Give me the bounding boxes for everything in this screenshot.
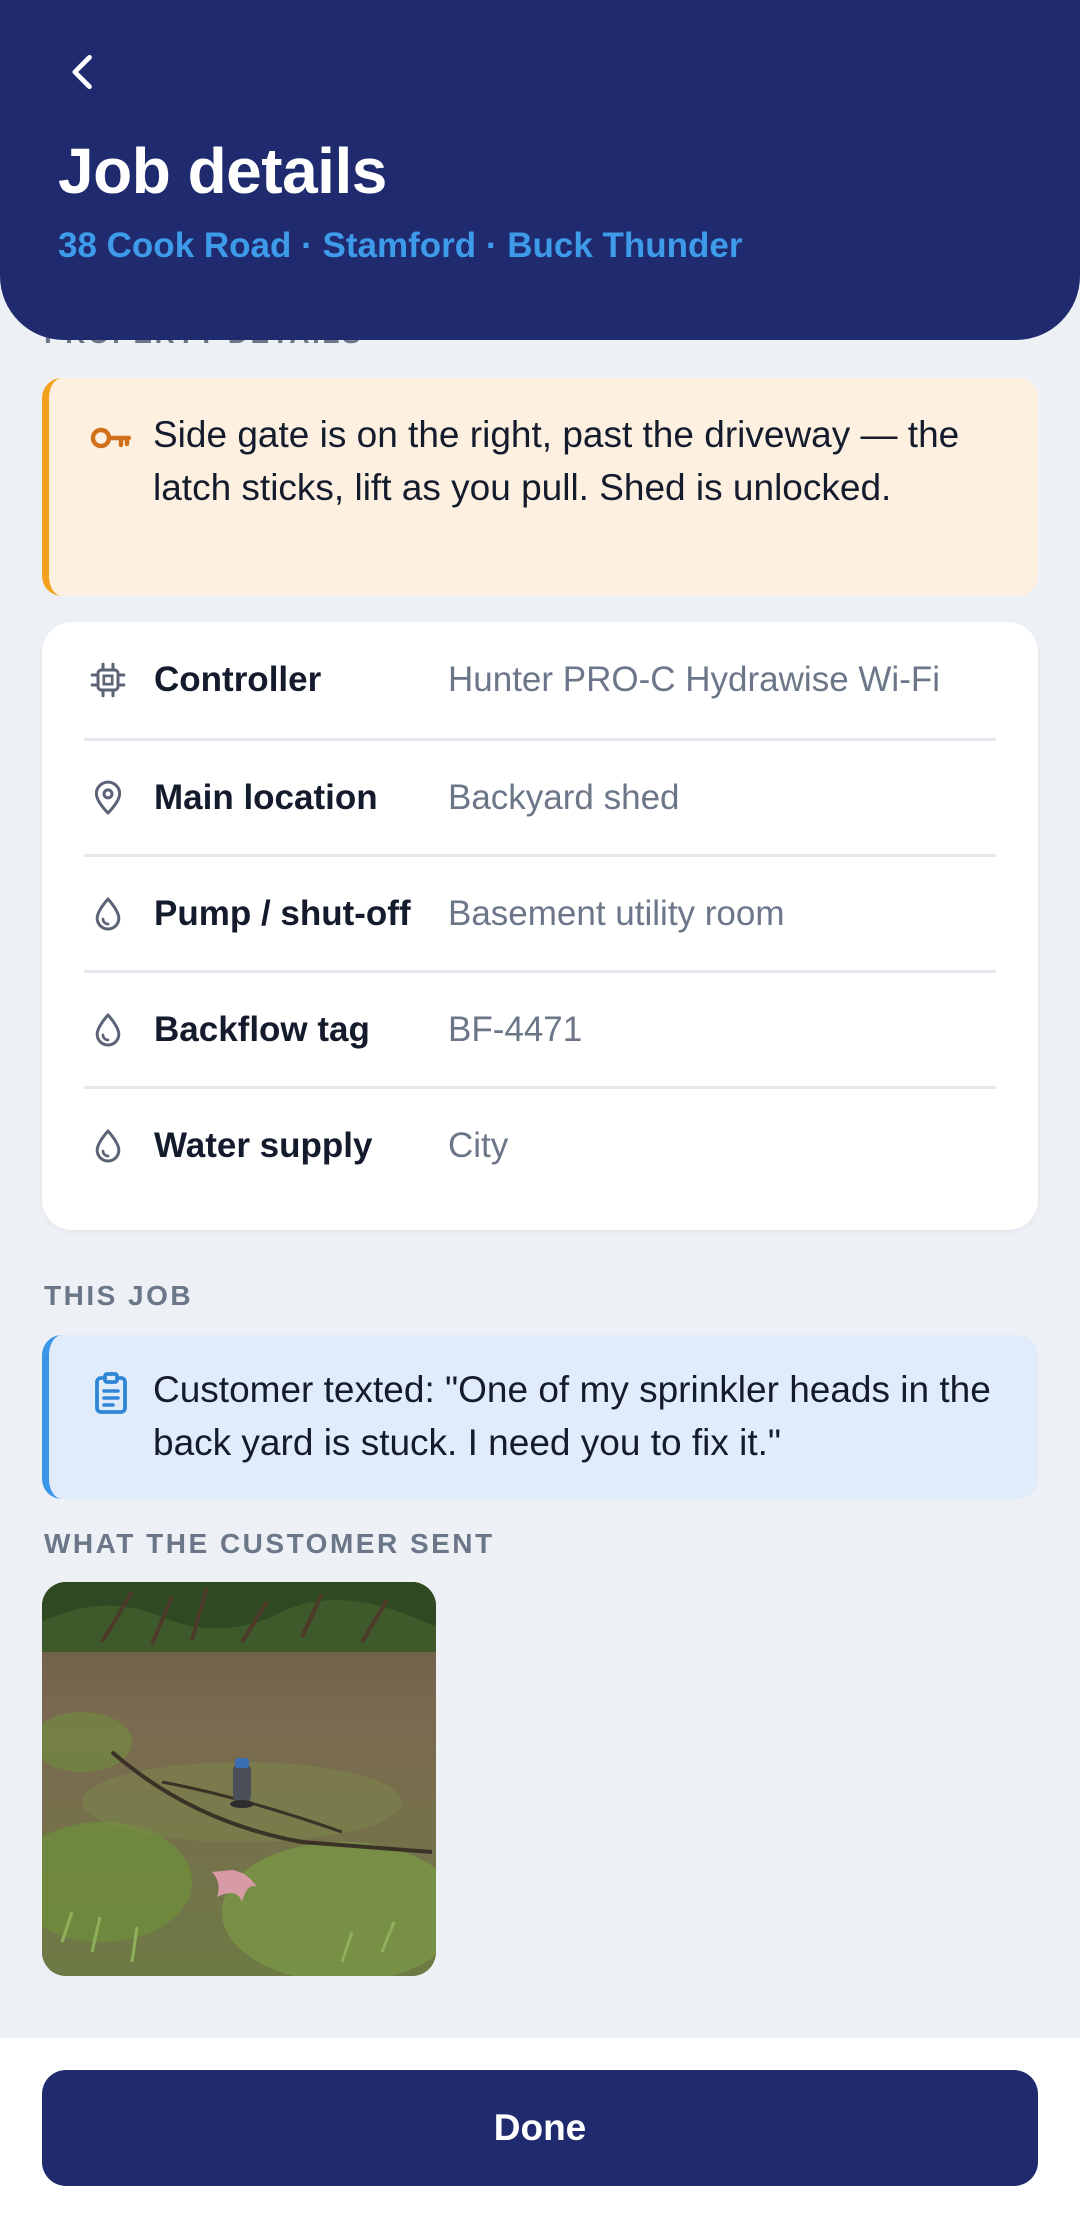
detail-row-water-supply: Water supply City bbox=[84, 1086, 996, 1202]
detail-value: Basement utility room bbox=[448, 893, 785, 933]
property-details-card: Controller Hunter PRO-C Hydrawise Wi-Fi … bbox=[42, 622, 1038, 1230]
app-header: Job details 38 Cook Road · Stamford · Bu… bbox=[0, 0, 1080, 340]
detail-row-main-location: Main location Backyard shed bbox=[84, 738, 996, 854]
detail-value: Backyard shed bbox=[448, 777, 680, 817]
job-note: Customer texted: "One of my sprinkler he… bbox=[42, 1335, 1038, 1499]
chevron-left-icon bbox=[72, 54, 92, 90]
water-drop-icon bbox=[95, 1129, 121, 1162]
access-note: Side gate is on the right, past the driv… bbox=[42, 378, 1038, 596]
clipboard-icon bbox=[95, 1372, 127, 1414]
detail-row-backflow-tag: Backflow tag BF-4471 bbox=[84, 970, 996, 1086]
done-button[interactable]: Done bbox=[42, 2070, 1038, 2186]
water-drop-icon bbox=[95, 1013, 121, 1046]
detail-value: City bbox=[448, 1125, 509, 1165]
customer-photo[interactable] bbox=[42, 1582, 436, 1976]
detail-label: Main location bbox=[154, 777, 378, 817]
access-note-text: Side gate is on the right, past the driv… bbox=[153, 414, 960, 508]
page-title: Job details bbox=[58, 135, 387, 207]
map-pin-icon bbox=[94, 780, 122, 814]
sprinkler-photo-illustration bbox=[42, 1582, 436, 1976]
job-subtitle: 38 Cook Road · Stamford · Buck Thunder bbox=[58, 226, 743, 265]
detail-label: Controller bbox=[154, 660, 322, 699]
chip-icon bbox=[90, 662, 126, 698]
detail-label: Pump / shut-off bbox=[154, 893, 411, 933]
job-note-text: Customer texted: "One of my sprinkler he… bbox=[153, 1369, 991, 1463]
section-label-customer-sent: WHAT THE CUSTOMER SENT bbox=[44, 1528, 495, 1559]
back-button[interactable] bbox=[48, 36, 120, 108]
detail-row-pump-shutoff: Pump / shut-off Basement utility room bbox=[84, 854, 996, 970]
water-drop-icon bbox=[95, 897, 121, 930]
key-icon bbox=[90, 427, 132, 449]
detail-value: BF-4471 bbox=[448, 1009, 583, 1049]
detail-label: Water supply bbox=[154, 1125, 373, 1165]
detail-label: Backflow tag bbox=[154, 1009, 370, 1049]
detail-row-controller: Controller Hunter PRO-C Hydrawise Wi-Fi bbox=[84, 622, 996, 738]
section-label-this-job: THIS JOB bbox=[44, 1280, 194, 1311]
detail-value: Hunter PRO-C Hydrawise Wi-Fi bbox=[448, 660, 940, 699]
